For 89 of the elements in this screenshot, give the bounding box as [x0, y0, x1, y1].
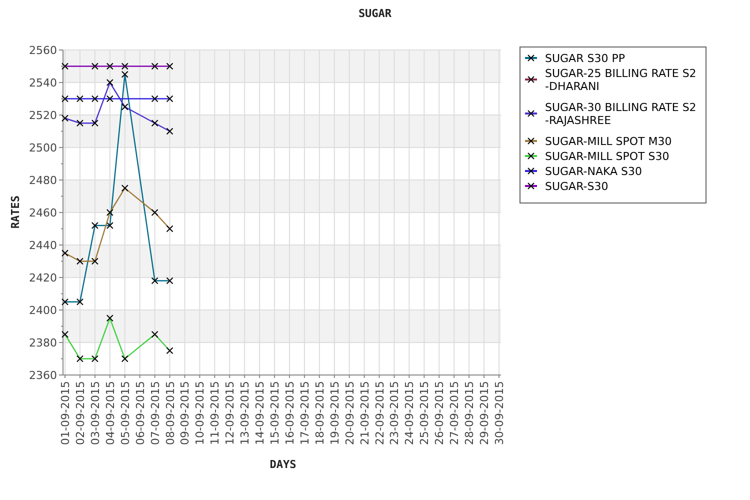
legend-label: SUGAR-NAKA S30: [545, 165, 642, 178]
data-point-marker: [106, 95, 114, 102]
x-tick-label: 30-09-2015: [493, 381, 506, 445]
data-point-marker: [106, 209, 114, 216]
x-tick-label: 13-09-2015: [238, 381, 252, 445]
data-point-marker: [166, 225, 174, 232]
legend-label: SUGAR-MILL SPOT S30: [545, 150, 670, 163]
legend-label: SUGAR-MILL SPOT M30: [545, 135, 672, 148]
legend-label: SUGAR-30 BILLING RATE S2 -RAJASHREE: [545, 101, 696, 127]
y-tick-label: 2480: [29, 174, 57, 187]
x-tick-label: 22-09-2015: [373, 381, 386, 445]
data-point-marker: [76, 95, 84, 102]
x-tick-label: 23-09-2015: [388, 381, 402, 445]
data-point-marker: [62, 62, 68, 70]
x-axis-title: DAYS: [270, 458, 296, 471]
x-tick-label: 29-09-2015: [478, 381, 492, 445]
data-point-marker: [151, 120, 158, 127]
x-tick-label: 16-09-2015: [283, 381, 296, 445]
data-point-marker: [62, 95, 68, 102]
legend-label: SUGAR-S30: [545, 180, 608, 193]
x-tick-label: 10-09-2015: [194, 381, 207, 445]
data-point-marker: [166, 95, 174, 102]
x-tick-label: 02-09-2015: [74, 381, 87, 445]
data-point-marker: [62, 114, 68, 122]
x-tick-label: 12-09-2015: [224, 381, 237, 445]
data-point-marker: [121, 184, 128, 192]
data-point-marker: [91, 120, 98, 127]
x-tick-label: 14-09-2015: [254, 381, 267, 445]
legend-label: SUGAR-25 BILLING RATE S2 -DHARANI: [545, 67, 696, 93]
data-point-marker: [166, 347, 174, 354]
chart-title: SUGAR: [358, 7, 392, 20]
data-point-marker: [166, 277, 174, 284]
y-tick-label: 2460: [29, 206, 57, 220]
data-point-marker: [62, 298, 68, 306]
x-tick-label: 24-09-2015: [403, 381, 416, 445]
data-point-marker: [62, 330, 68, 338]
x-tick-label: 26-09-2015: [433, 381, 446, 445]
y-tick-label: 2500: [29, 142, 57, 154]
data-point-marker: [91, 62, 98, 70]
x-tick-label: 19-09-2015: [328, 381, 342, 445]
data-point-marker: [151, 209, 158, 216]
data-point-marker: [106, 222, 114, 229]
data-point-marker: [106, 79, 114, 86]
x-tick-label: 08-09-2015: [164, 381, 177, 445]
data-point-marker: [166, 128, 174, 135]
x-tick-label: 03-09-2015: [88, 381, 102, 445]
x-tick-label: 11-09-2015: [208, 381, 222, 445]
data-point-marker: [106, 62, 114, 70]
data-point-marker: [121, 355, 128, 362]
data-point-marker: [166, 62, 174, 70]
y-tick-label: 2360: [29, 369, 57, 382]
data-point-marker: [76, 355, 84, 362]
x-tick-label: 09-09-2015: [178, 381, 192, 445]
data-point-marker: [151, 330, 158, 338]
data-point-marker: [106, 314, 114, 322]
x-tick-label: 07-09-2015: [148, 381, 162, 445]
data-point-marker: [91, 258, 98, 265]
x-tick-label: 18-09-2015: [313, 381, 326, 445]
x-tick-label: 17-09-2015: [298, 381, 312, 445]
y-tick-label: 2420: [29, 272, 57, 284]
y-tick-label: 2540: [29, 76, 57, 90]
y-axis-title: RATES: [9, 195, 22, 229]
data-point-marker: [62, 250, 68, 257]
x-tick-label: 15-09-2015: [268, 381, 282, 445]
y-tick-label: 2520: [29, 109, 57, 122]
data-point-marker: [76, 298, 84, 306]
x-tick-label: 05-09-2015: [118, 381, 132, 445]
y-tick-label: 2380: [29, 336, 57, 350]
x-tick-label: 21-09-2015: [358, 381, 372, 445]
x-tick-label: 04-09-2015: [104, 381, 117, 445]
x-tick-label: 28-09-2015: [463, 381, 476, 445]
y-tick-label: 2560: [29, 44, 57, 57]
x-tick-label: 06-09-2015: [134, 381, 147, 445]
data-point-marker: [76, 258, 84, 265]
data-point-marker: [151, 95, 158, 102]
data-point-marker: [151, 277, 158, 284]
x-tick-label: 20-09-2015: [343, 381, 356, 445]
data-point-marker: [121, 103, 128, 110]
x-tick-label: 25-09-2015: [418, 381, 432, 445]
data-point-marker: [151, 62, 158, 70]
data-point-marker: [91, 222, 98, 229]
x-tick-label: 27-09-2015: [448, 381, 462, 445]
data-point-marker: [91, 95, 98, 102]
y-tick-label: 2400: [29, 304, 57, 317]
x-tick-label: 01-09-2015: [59, 381, 72, 445]
data-point-marker: [91, 355, 98, 362]
legend-label: SUGAR S30 PP: [545, 52, 625, 65]
y-tick-label: 2440: [29, 239, 57, 252]
data-point-marker: [76, 120, 84, 127]
